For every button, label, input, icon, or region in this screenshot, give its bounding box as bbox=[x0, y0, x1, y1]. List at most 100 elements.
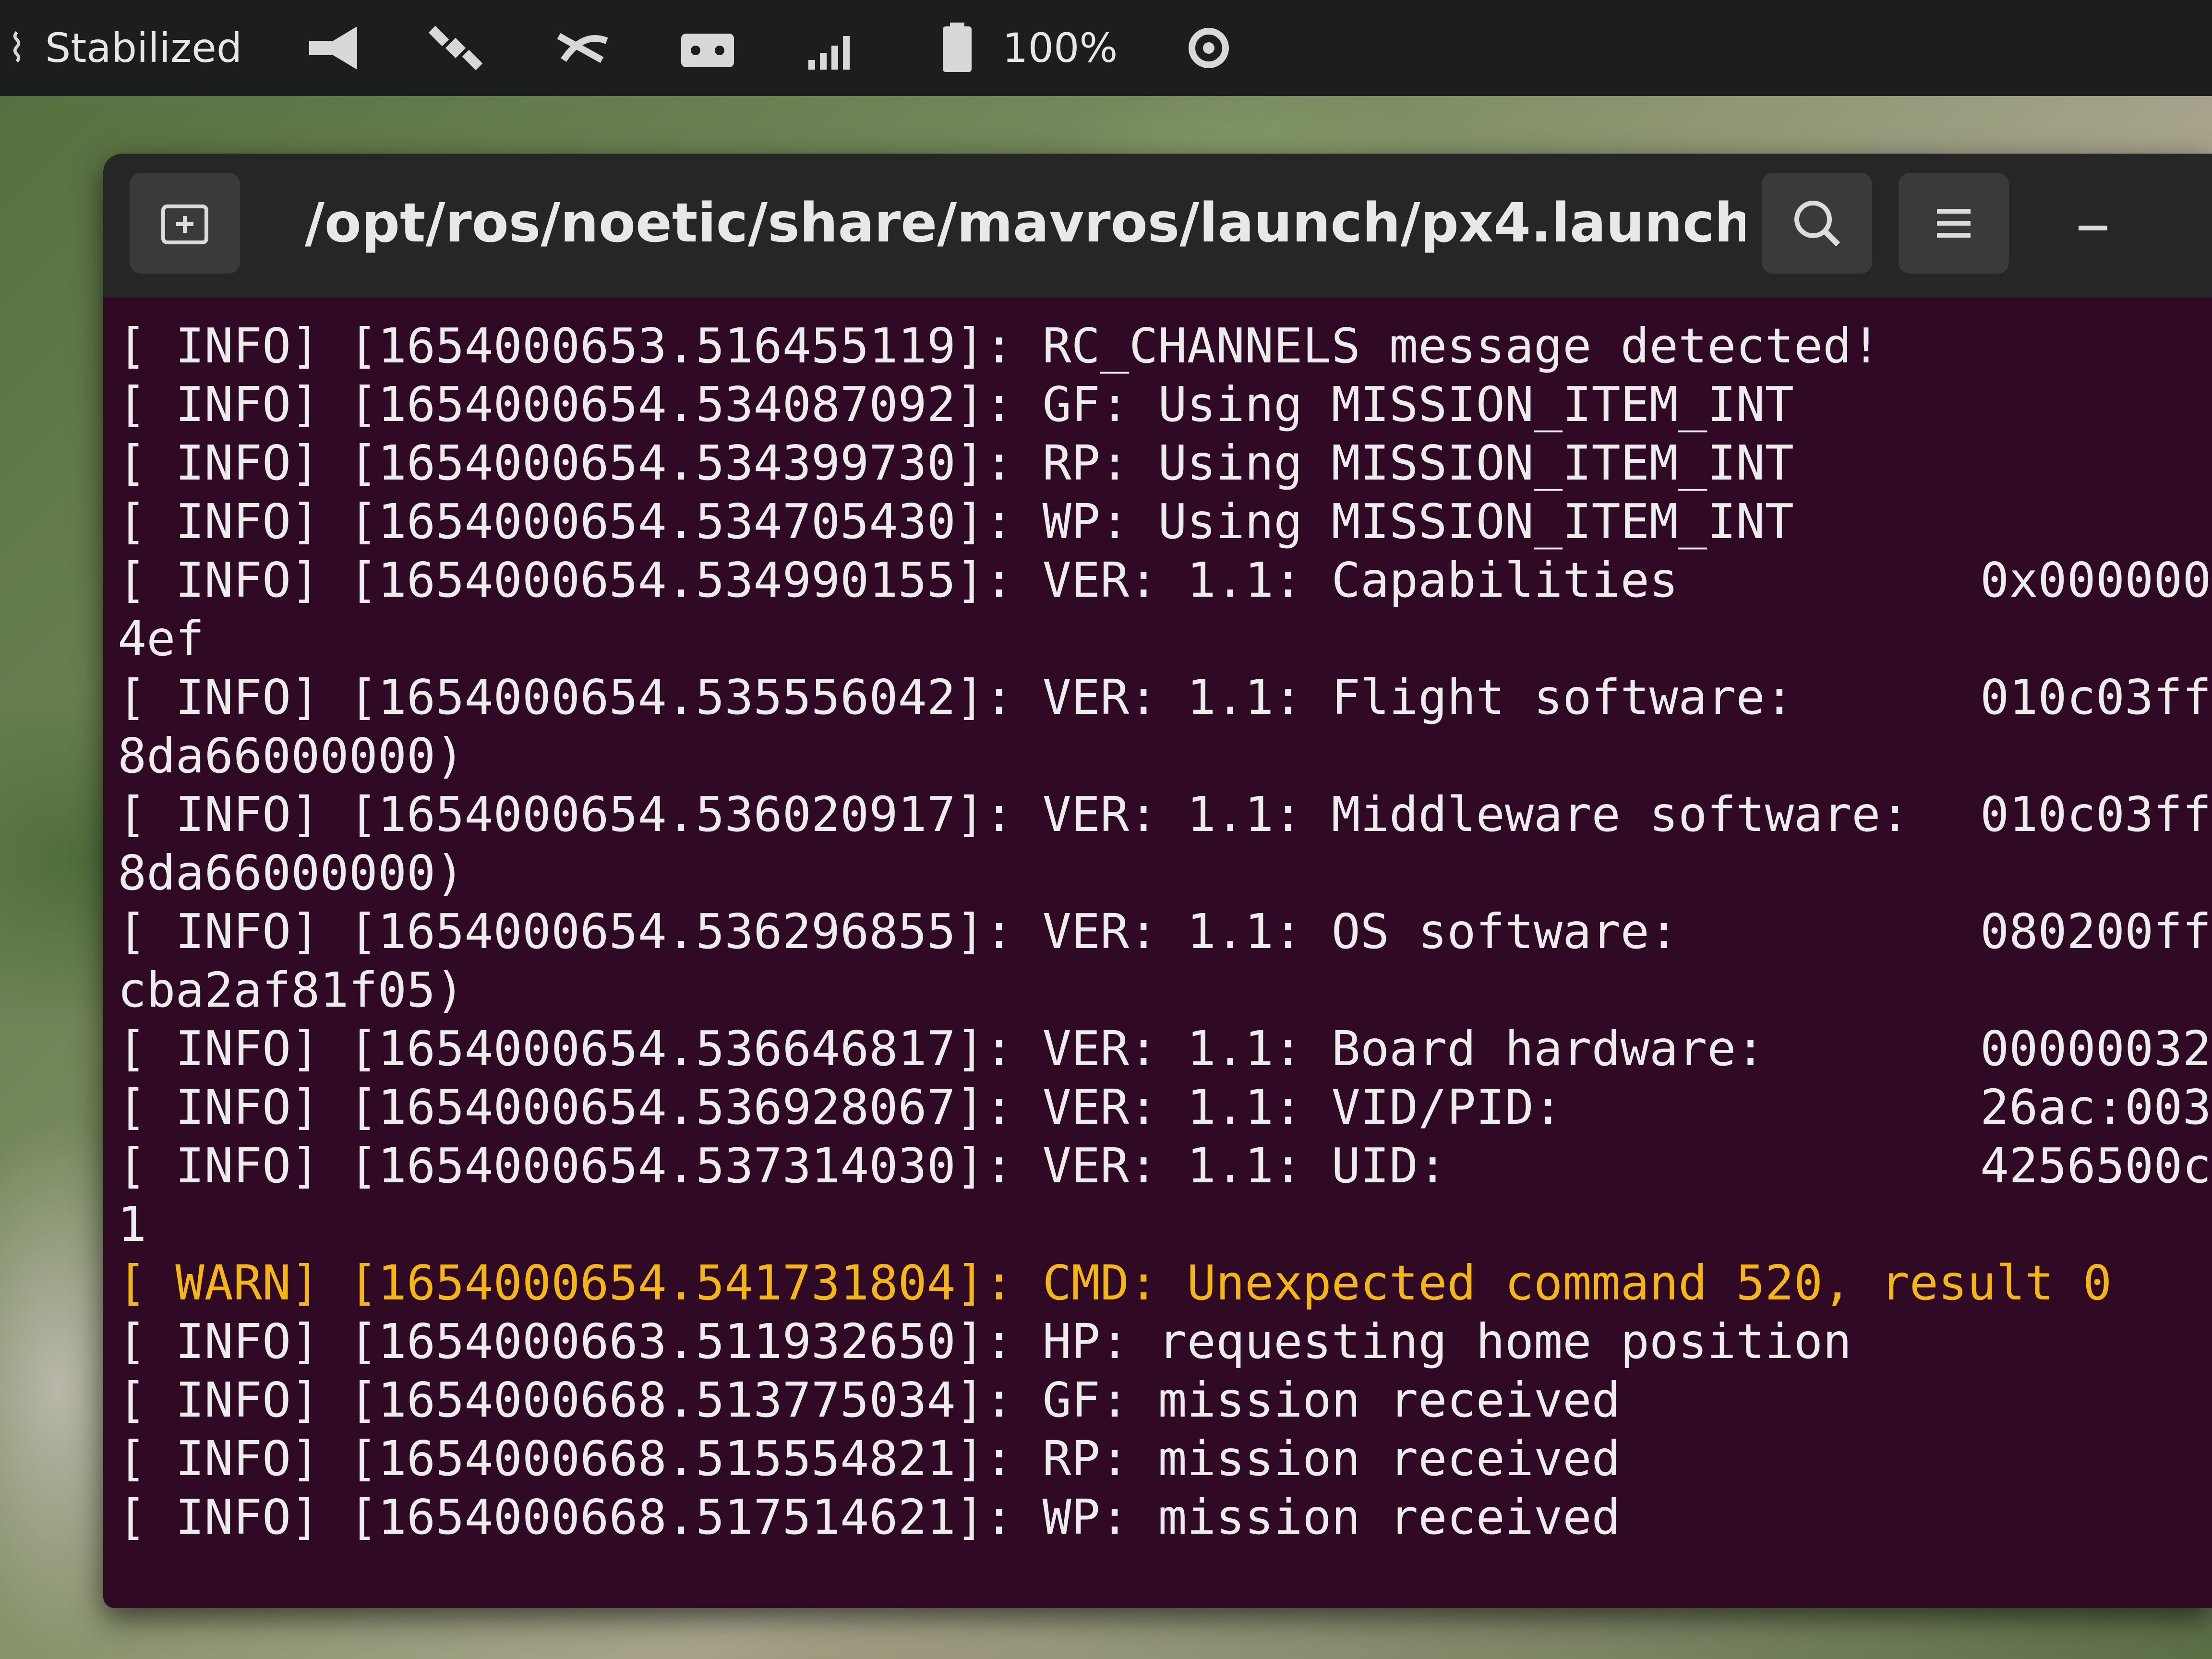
log-line-info: [ INFO] [1654000654.536296855]: VER: 1.1… bbox=[118, 902, 2212, 961]
log-message: CMD: Unexpected command 520, result 0 bbox=[1013, 1255, 2112, 1311]
no-gps-icon[interactable] bbox=[549, 22, 616, 74]
log-timestamp: [1654000654.534399730]: bbox=[320, 435, 1014, 491]
log-value: 00000032 bbox=[1980, 1021, 2212, 1077]
log-level: [ INFO] bbox=[118, 1431, 320, 1487]
status-toolbar: ⌇ Stabilized 100% bbox=[0, 0, 2212, 96]
log-timestamp: [1654000654.535556042]: bbox=[320, 669, 1014, 725]
log-message: VER: 1.1: Board hardware: bbox=[1013, 1021, 1765, 1077]
log-level: [ INFO] bbox=[118, 1079, 320, 1135]
log-message: VER: 1.1: VID/PID: bbox=[1013, 1079, 1563, 1135]
log-level: [ INFO] bbox=[118, 786, 320, 842]
log-timestamp: [1654000654.536646817]: bbox=[320, 1021, 1014, 1077]
log-wrap-text: cba2af81f05) bbox=[118, 962, 465, 1018]
log-level: [ INFO] bbox=[118, 376, 320, 433]
log-message: RC_CHANNELS message detected! bbox=[1013, 318, 1881, 374]
log-line-wrap: 1 bbox=[118, 1195, 2202, 1254]
log-timestamp: [1654000654.534087092]: bbox=[320, 376, 1014, 433]
log-line-wrap: 4ef bbox=[118, 610, 2202, 668]
log-line-info: [ INFO] [1654000654.534087092]: GF: Usin… bbox=[118, 375, 2202, 434]
search-icon bbox=[1794, 201, 1840, 247]
log-timestamp: [1654000668.517514621]: bbox=[320, 1489, 1014, 1545]
log-message: GF: Using MISSION_ITEM_INT bbox=[1013, 376, 1794, 433]
log-line-info: [ INFO] [1654000654.537314030]: VER: 1.1… bbox=[118, 1137, 2212, 1195]
battery-indicator[interactable]: 100% bbox=[924, 22, 1118, 74]
new-tab-button[interactable] bbox=[130, 173, 240, 274]
log-timestamp: [1654000654.537314030]: bbox=[320, 1138, 1014, 1194]
log-timestamp: [1654000654.534990155]: bbox=[320, 552, 1014, 608]
battery-icon bbox=[924, 22, 991, 74]
search-button[interactable] bbox=[1762, 173, 1872, 274]
megaphone-icon[interactable] bbox=[300, 22, 367, 74]
log-level: [ INFO] bbox=[118, 903, 320, 960]
battery-label: 100% bbox=[1002, 24, 1118, 72]
terminal-output[interactable]: [ INFO] [1654000653.516455119]: RC_CHANN… bbox=[103, 298, 2212, 1547]
log-level: [ INFO] bbox=[118, 493, 320, 550]
log-line-info: [ INFO] [1654000654.536020917]: VER: 1.1… bbox=[118, 785, 2212, 844]
log-message: VER: 1.1: Capabilities bbox=[1013, 552, 1679, 608]
log-message: VER: 1.1: Middleware software: bbox=[1013, 786, 1910, 842]
log-message: VER: 1.1: UID: bbox=[1013, 1138, 1447, 1194]
log-message: WP: Using MISSION_ITEM_INT bbox=[1013, 493, 1794, 550]
log-message: RP: mission received bbox=[1013, 1431, 1621, 1487]
log-timestamp: [1654000654.536296855]: bbox=[320, 903, 1014, 960]
minimize-button[interactable] bbox=[2038, 173, 2148, 274]
log-wrap-text: 8da66000000) bbox=[118, 728, 465, 784]
log-value: 080200ff bbox=[1980, 903, 2212, 960]
log-timestamp: [1654000654.536928067]: bbox=[320, 1079, 1014, 1135]
terminal-window: /opt/ros/noetic/share/mavros/launch/px4.… bbox=[103, 154, 2212, 1608]
log-wrap-text: 4ef bbox=[118, 611, 204, 667]
window-title: /opt/ros/noetic/share/mavros/launch/px4.… bbox=[305, 192, 1745, 254]
log-level: [ WARN] bbox=[118, 1255, 320, 1311]
log-timestamp: [1654000654.534705430]: bbox=[320, 493, 1014, 550]
log-message: GF: mission received bbox=[1013, 1372, 1621, 1428]
log-wrap-text: 8da66000000) bbox=[118, 845, 465, 901]
log-value: 010c03ff bbox=[1980, 786, 2212, 842]
log-message: WP: mission received bbox=[1013, 1489, 1621, 1545]
log-line-info: [ INFO] [1654000668.517514621]: WP: miss… bbox=[118, 1488, 2202, 1547]
log-level: [ INFO] bbox=[118, 1372, 320, 1428]
minimize-icon bbox=[2079, 226, 2107, 230]
log-value: 010c03ff bbox=[1980, 669, 2212, 725]
log-timestamp: [1654000668.513775034]: bbox=[320, 1372, 1014, 1428]
log-line-wrap: cba2af81f05) bbox=[118, 961, 2202, 1020]
log-message: HP: requesting home position bbox=[1013, 1313, 1852, 1370]
log-line-wrap: 8da66000000) bbox=[118, 727, 2202, 785]
log-level: [ INFO] bbox=[118, 669, 320, 725]
log-value: 26ac:0032 bbox=[1980, 1079, 2212, 1135]
rc-icon[interactable] bbox=[674, 22, 741, 74]
log-level: [ INFO] bbox=[118, 1313, 320, 1370]
log-wrap-text: 1 bbox=[118, 1196, 147, 1252]
log-timestamp: [1654000654.536020917]: bbox=[320, 786, 1014, 842]
log-level: [ INFO] bbox=[118, 1021, 320, 1077]
gps-target-icon[interactable] bbox=[1175, 22, 1242, 74]
new-tab-icon bbox=[161, 204, 208, 244]
signal-bars-icon[interactable] bbox=[799, 22, 866, 74]
log-message: VER: 1.1: OS software: bbox=[1013, 903, 1679, 960]
log-line-info: [ INFO] [1654000654.535556042]: VER: 1.1… bbox=[118, 668, 2212, 727]
log-line-info: [ INFO] [1654000654.534990155]: VER: 1.1… bbox=[118, 551, 2212, 610]
hamburger-menu-icon bbox=[1937, 209, 1971, 238]
log-line-info: [ INFO] [1654000654.534705430]: WP: Usin… bbox=[118, 493, 2202, 551]
log-message: RP: Using MISSION_ITEM_INT bbox=[1013, 435, 1794, 491]
log-timestamp: [1654000653.516455119]: bbox=[320, 318, 1014, 374]
log-line-warn: [ WARN] [1654000654.541731804]: CMD: Une… bbox=[118, 1254, 2202, 1312]
log-line-info: [ INFO] [1654000668.515554821]: RP: miss… bbox=[118, 1430, 2202, 1488]
flight-mode-selector[interactable]: ⌇ Stabilized bbox=[0, 22, 242, 74]
satellite-icon[interactable] bbox=[424, 22, 492, 74]
log-level: [ INFO] bbox=[118, 1489, 320, 1545]
log-line-info: [ INFO] [1654000654.536928067]: VER: 1.1… bbox=[118, 1078, 2212, 1137]
log-timestamp: [1654000668.515554821]: bbox=[320, 1431, 1014, 1487]
flight-mode-icon: ⌇ bbox=[7, 25, 26, 71]
log-value: 4256500c2 bbox=[1980, 1138, 2212, 1194]
log-line-wrap: 8da66000000) bbox=[118, 844, 2202, 902]
log-level: [ INFO] bbox=[118, 552, 320, 608]
window-titlebar: /opt/ros/noetic/share/mavros/launch/px4.… bbox=[103, 154, 2212, 298]
menu-button[interactable] bbox=[1899, 173, 2009, 274]
log-value: 0x0000000 bbox=[1980, 552, 2212, 608]
log-level: [ INFO] bbox=[118, 318, 320, 374]
log-message: VER: 1.1: Flight software: bbox=[1013, 669, 1794, 725]
log-line-info: [ INFO] [1654000653.516455119]: RC_CHANN… bbox=[118, 317, 2202, 375]
log-level: [ INFO] bbox=[118, 1138, 320, 1194]
log-level: [ INFO] bbox=[118, 435, 320, 491]
log-timestamp: [1654000654.541731804]: bbox=[320, 1255, 1014, 1311]
